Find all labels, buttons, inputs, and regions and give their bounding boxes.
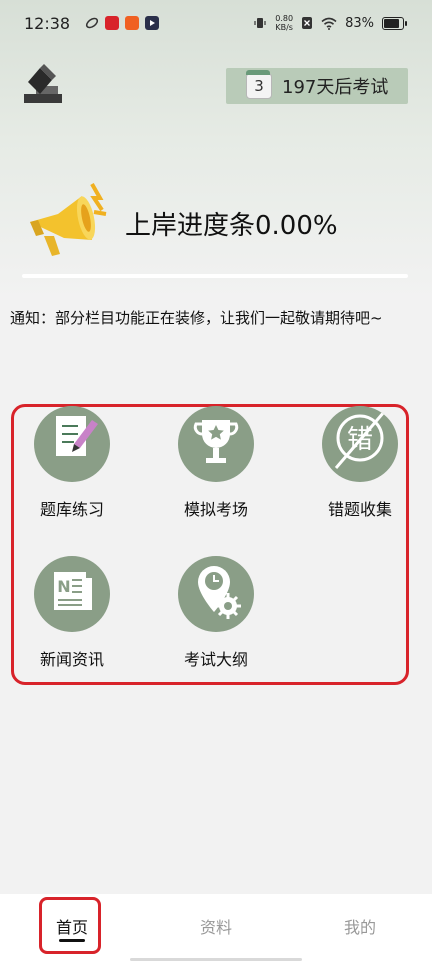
feature-news[interactable]: N 新闻资讯: [12, 556, 132, 670]
trophy-icon: [178, 406, 254, 482]
newspaper-icon: N: [34, 556, 110, 632]
battery-icon: [382, 16, 407, 30]
network-speed: 0.80 KB/s: [275, 14, 294, 32]
link-app-icon: [85, 16, 99, 30]
app-logo-icon: [24, 64, 62, 103]
nav-label: 资料: [199, 918, 232, 937]
calendar-icon: 3: [246, 70, 272, 99]
status-indicators: 0.80 KB/s 83%: [253, 14, 407, 32]
battery-percent: 83%: [345, 15, 374, 31]
feature-wrong-questions[interactable]: 错 错题收集: [300, 406, 420, 520]
notice-text: 通知：部分栏目功能正在装修，让我们一起敬请期待吧~: [10, 309, 383, 327]
status-app-icons: [85, 16, 159, 30]
wifi-icon: [321, 17, 337, 30]
nav-label: 我的: [343, 918, 376, 937]
home-indicator[interactable]: [130, 958, 302, 961]
play-app-icon: [145, 16, 159, 30]
feature-label: 题库练习: [39, 500, 104, 519]
news-glyph: N: [57, 577, 70, 596]
wrong-questions-icon: 错: [322, 406, 398, 482]
nav-home-highlight: [39, 897, 101, 954]
location-gear-icon: [178, 556, 254, 632]
shop-app-icon: [125, 16, 139, 30]
feature-question-bank[interactable]: 题库练习: [12, 406, 132, 520]
countdown-text: 197天后考试: [282, 77, 389, 98]
feature-label: 模拟考场: [183, 500, 248, 519]
sim-off-icon: [302, 17, 313, 29]
feature-label: 错题收集: [327, 500, 392, 519]
vibrate-icon: [254, 18, 266, 28]
status-bar: 12:38 0.80 KB/s 83%: [0, 0, 432, 52]
feature-mock-exam[interactable]: 模拟考场: [156, 406, 276, 520]
exam-countdown[interactable]: 3 197天后考试: [226, 68, 408, 104]
notebook-pencil-icon: [34, 406, 110, 482]
status-time: 12:38: [24, 14, 71, 33]
progress-label: 上岸进度条0.00%: [125, 211, 338, 241]
feature-syllabus[interactable]: 考试大纲: [156, 556, 276, 670]
nav-materials[interactable]: 资料: [144, 894, 288, 964]
taobao-app-icon: [105, 16, 119, 30]
feature-label: 考试大纲: [183, 650, 248, 669]
progress-bar: [22, 274, 408, 278]
megaphone-icon: [30, 183, 107, 256]
nav-profile[interactable]: 我的: [288, 894, 432, 964]
feature-label: 新闻资讯: [39, 650, 104, 669]
